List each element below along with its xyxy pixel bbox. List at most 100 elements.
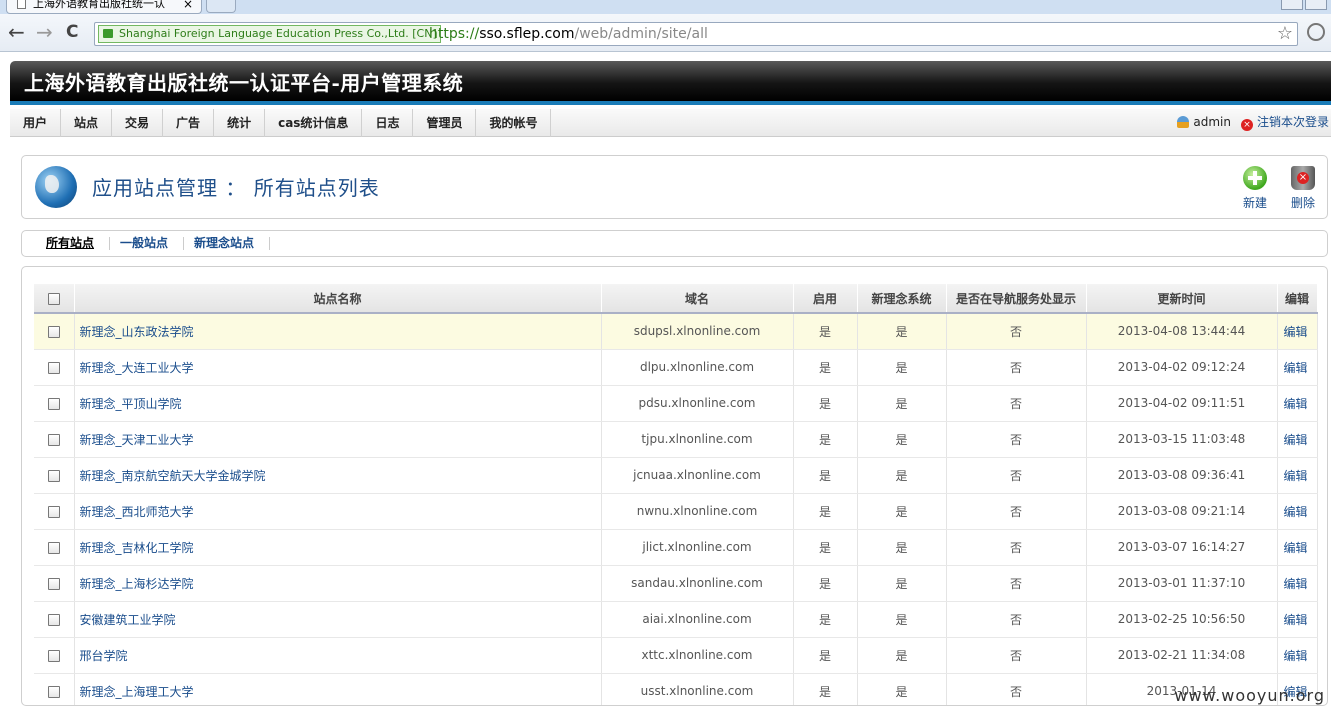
site-name-link[interactable]: 新理念_吉林化工学院: [74, 529, 602, 566]
lock-icon: [103, 29, 113, 38]
nav-display-cell: 否: [946, 421, 1087, 458]
row-checkbox[interactable]: [47, 505, 60, 518]
edit-link[interactable]: 编辑: [1277, 349, 1318, 386]
filter-tab[interactable]: 新理念站点: [184, 237, 271, 250]
table-row[interactable]: 邢台学院 xttc.xlnonline.com 是是否 2013-02-21 11:3…: [34, 637, 1318, 674]
filter-tab[interactable]: 一般站点: [110, 237, 185, 250]
table-row[interactable]: 新理念_平顶山学院 pdsu.xlnonline.com 是是否 2013-04-02…: [34, 385, 1318, 422]
filter-tab[interactable]: 所有站点: [36, 237, 111, 250]
domain-cell: tjpu.xlnonline.com: [601, 421, 794, 458]
edit-link[interactable]: 编辑: [1277, 565, 1318, 602]
trash-icon: [1291, 166, 1315, 190]
settings-wrench-icon[interactable]: [1307, 23, 1325, 41]
table-row[interactable]: 新理念_上海杉达学院 sandau.xlnonline.com 是是否 2013-03…: [34, 565, 1318, 602]
menu-item[interactable]: 日志: [362, 109, 414, 137]
row-checkbox[interactable]: [47, 541, 60, 554]
edit-link[interactable]: 编辑: [1277, 385, 1318, 422]
table-row[interactable]: 新理念_大连工业大学 dlpu.xlnonline.com 是是否 2013-04-0…: [34, 349, 1318, 386]
site-name-link[interactable]: 新理念_上海杉达学院: [74, 565, 602, 602]
row-select-cell: [34, 385, 75, 422]
url-text[interactable]: https://sso.sflep.com/web/admin/site/all: [429, 25, 708, 43]
forward-arrow-icon[interactable]: →: [36, 22, 53, 42]
row-checkbox[interactable]: [47, 325, 60, 338]
menu-item[interactable]: 我的帐号: [476, 109, 552, 137]
table-row[interactable]: 新理念_山东政法学院 sdupsl.xlnonline.com 是是否 2013-04…: [34, 313, 1318, 350]
menu-list: 用户 站点 交易 广告 统计 cas统计信息 日志 管理员 我的帐号: [10, 109, 1331, 137]
row-checkbox[interactable]: [47, 649, 60, 662]
table-row[interactable]: 新理念_西北师范大学 nwnu.xlnonline.com 是是否 2013-03-0…: [34, 493, 1318, 530]
row-select-cell: [34, 313, 75, 350]
menu-item[interactable]: 交易: [112, 109, 164, 137]
reload-icon[interactable]: C: [66, 22, 78, 42]
url-protocol: https://: [429, 26, 480, 42]
row-checkbox[interactable]: [47, 397, 60, 410]
menu-item[interactable]: 管理员: [413, 109, 477, 137]
table-row[interactable]: 新理念_上海理工大学 usst.xlnonline.com 是是否 2013-01-1…: [34, 673, 1318, 705]
site-name-link[interactable]: 新理念_山东政法学院: [74, 313, 602, 350]
row-select-cell: [34, 421, 75, 458]
logout-link[interactable]: × 注销本次登录: [1240, 109, 1329, 135]
nav-display-cell: 否: [946, 313, 1087, 350]
table-row[interactable]: 新理念_南京航空航天大学金城学院 jcnuaa.xlnonline.com 是是否 2…: [34, 457, 1318, 494]
site-table-panel: 站点名称 域名 启用 新理念系统 是否在导航服务处显示 更新时间 编辑 新理念_山东政法学院…: [21, 266, 1328, 706]
edit-link[interactable]: 编辑: [1277, 637, 1318, 674]
column-header[interactable]: 编辑: [1277, 284, 1318, 314]
column-header[interactable]: 域名: [601, 284, 794, 314]
table-row[interactable]: 安徽建筑工业学院 aiai.xlnonline.com 是是否 2013-02-25 …: [34, 601, 1318, 638]
row-checkbox[interactable]: [47, 433, 60, 446]
bookmark-star-icon[interactable]: ☆: [1277, 23, 1293, 44]
domain-cell: sandau.xlnonline.com: [601, 565, 794, 602]
menu-item[interactable]: 统计: [214, 109, 266, 137]
edit-link[interactable]: 编辑: [1277, 313, 1318, 350]
menu-item[interactable]: 广告: [163, 109, 215, 137]
menu-item[interactable]: 站点: [61, 109, 113, 137]
delete-site-button[interactable]: 删除: [1287, 166, 1319, 211]
column-header[interactable]: 新理念系统: [857, 284, 947, 314]
current-user[interactable]: admin: [1177, 109, 1231, 135]
menu-item[interactable]: cas统计信息: [265, 109, 363, 137]
site-name-link[interactable]: 新理念_大连工业大学: [74, 349, 602, 386]
edit-link[interactable]: 编辑: [1277, 493, 1318, 530]
globe-icon: [35, 166, 77, 208]
select-all-checkbox[interactable]: [47, 292, 60, 305]
tab-close-icon[interactable]: ×: [183, 0, 193, 12]
table-row[interactable]: 新理念_天津工业大学 tjpu.xlnonline.com 是是否 2013-03-1…: [34, 421, 1318, 458]
browser-tab[interactable]: 上海外语教育出版社统一认 ×: [6, 0, 202, 14]
site-name-link[interactable]: 新理念_平顶山学院: [74, 385, 602, 422]
row-select-cell: [34, 673, 75, 705]
row-checkbox[interactable]: [47, 685, 60, 698]
nav-display-cell: 否: [946, 493, 1087, 530]
maximize-button[interactable]: [1305, 0, 1327, 10]
edit-link[interactable]: 编辑: [1277, 421, 1318, 458]
column-header[interactable]: 更新时间: [1086, 284, 1278, 314]
back-arrow-icon[interactable]: ←: [8, 22, 25, 42]
site-name-link[interactable]: 新理念_上海理工大学: [74, 673, 602, 705]
xlx-system-cell: 是: [857, 529, 947, 566]
row-checkbox[interactable]: [47, 613, 60, 626]
nav-display-cell: 否: [946, 349, 1087, 386]
site-name-link[interactable]: 新理念_西北师范大学: [74, 493, 602, 530]
enabled-cell: 是: [793, 493, 858, 530]
new-site-button[interactable]: 新建: [1239, 166, 1271, 211]
new-tab-button[interactable]: [206, 0, 236, 13]
menu-item[interactable]: 用户: [10, 109, 62, 137]
column-header[interactable]: 启用: [793, 284, 858, 314]
site-name-link[interactable]: 新理念_南京航空航天大学金城学院: [74, 457, 602, 494]
enabled-cell: 是: [793, 529, 858, 566]
table-row[interactable]: 新理念_吉林化工学院 jlict.xlnonline.com 是是否 2013-03-…: [34, 529, 1318, 566]
ev-certificate-badge[interactable]: Shanghai Foreign Language Education Pres…: [98, 25, 441, 43]
column-header[interactable]: 是否在导航服务处显示: [946, 284, 1087, 314]
row-checkbox[interactable]: [47, 577, 60, 590]
edit-link[interactable]: 编辑: [1277, 601, 1318, 638]
address-bar[interactable]: Shanghai Foreign Language Education Pres…: [94, 22, 1298, 46]
site-name-link[interactable]: 新理念_天津工业大学: [74, 421, 602, 458]
domain-cell: xttc.xlnonline.com: [601, 637, 794, 674]
edit-link[interactable]: 编辑: [1277, 457, 1318, 494]
column-header[interactable]: 站点名称: [74, 284, 602, 314]
site-name-link[interactable]: 安徽建筑工业学院: [74, 601, 602, 638]
row-checkbox[interactable]: [47, 361, 60, 374]
site-name-link[interactable]: 邢台学院: [74, 637, 602, 674]
minimize-button[interactable]: [1281, 0, 1303, 10]
edit-link[interactable]: 编辑: [1277, 529, 1318, 566]
row-checkbox[interactable]: [47, 469, 60, 482]
